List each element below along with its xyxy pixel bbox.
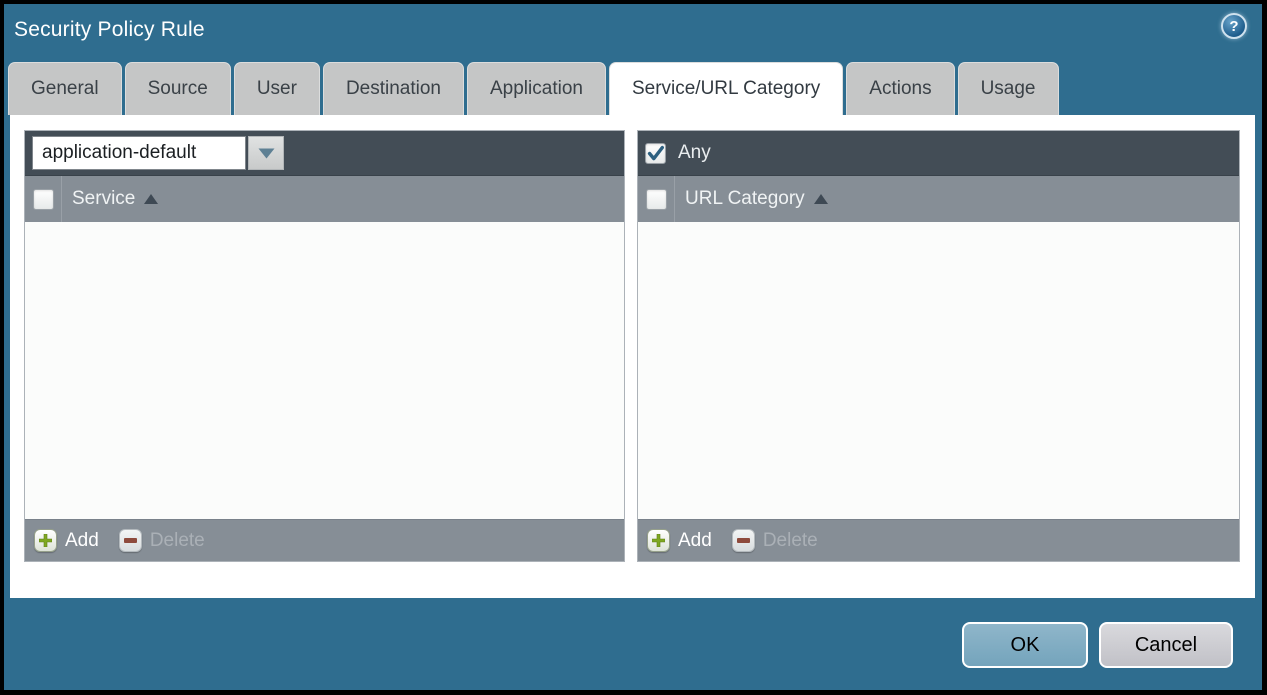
help-question-glyph: ?: [1229, 17, 1239, 35]
sort-ascending-icon: [813, 194, 828, 204]
delete-label: Delete: [762, 529, 818, 551]
tab-service-url-category[interactable]: Service/URL Category: [608, 62, 844, 115]
service-table-header: Service: [25, 176, 624, 222]
service-toolbar: [25, 131, 624, 176]
tab-application[interactable]: Application: [467, 62, 606, 115]
add-label: Add: [65, 529, 99, 551]
url-category-table-body[interactable]: [638, 222, 1239, 519]
tab-bar: General Source User Destination Applicat…: [8, 62, 1059, 115]
add-icon: [647, 529, 670, 552]
url-category-select-all-checkbox[interactable]: [645, 188, 667, 210]
service-column-label: Service: [72, 188, 136, 209]
delete-label: Delete: [149, 529, 205, 551]
url-category-delete-button[interactable]: Delete: [731, 529, 818, 552]
sort-ascending-icon: [144, 194, 159, 204]
checkmark-icon: [647, 145, 664, 160]
url-category-column-header[interactable]: URL Category: [685, 176, 828, 222]
service-select-all-checkbox[interactable]: [32, 188, 54, 210]
service-select-all-column: [25, 176, 62, 222]
url-category-footer: Add Delete: [638, 519, 1239, 561]
service-type-dropdown-button[interactable]: [248, 136, 284, 170]
url-category-select-all-column: [638, 176, 675, 222]
chevron-down-icon: [258, 148, 274, 158]
url-category-table-header: URL Category: [638, 176, 1239, 222]
dialog-title: Security Policy Rule: [14, 18, 205, 41]
url-category-column-label: URL Category: [685, 188, 805, 209]
tab-destination[interactable]: Destination: [322, 62, 464, 115]
url-category-panel: Any URL Category Add Delete: [637, 130, 1240, 562]
service-footer: Add Delete: [25, 519, 624, 561]
add-label: Add: [678, 529, 712, 551]
service-delete-button[interactable]: Delete: [118, 529, 205, 552]
tab-usage[interactable]: Usage: [957, 62, 1059, 115]
ok-button[interactable]: OK: [962, 622, 1088, 668]
delete-icon: [118, 529, 142, 552]
any-checkbox[interactable]: [645, 142, 666, 164]
url-category-toolbar: Any: [638, 131, 1239, 176]
tab-actions[interactable]: Actions: [846, 62, 955, 115]
service-column-header[interactable]: Service: [72, 176, 159, 222]
security-policy-rule-dialog: Security Policy Rule ? General Source Us…: [4, 4, 1262, 690]
url-category-add-button[interactable]: Add: [647, 529, 712, 552]
tab-content-area: Service Add: [10, 115, 1255, 598]
tab-user[interactable]: User: [233, 62, 320, 115]
cancel-button[interactable]: Cancel: [1099, 622, 1233, 668]
delete-icon: [731, 529, 755, 552]
tab-general[interactable]: General: [8, 62, 122, 115]
service-panel: Service Add: [24, 130, 625, 562]
help-icon[interactable]: ?: [1221, 13, 1247, 39]
service-type-combobox: [32, 136, 284, 170]
tab-source[interactable]: Source: [124, 62, 231, 115]
service-add-button[interactable]: Add: [34, 529, 99, 552]
add-icon: [34, 529, 57, 552]
any-label: Any: [678, 142, 711, 163]
service-type-input[interactable]: [32, 136, 246, 170]
service-table-body[interactable]: [25, 222, 624, 519]
